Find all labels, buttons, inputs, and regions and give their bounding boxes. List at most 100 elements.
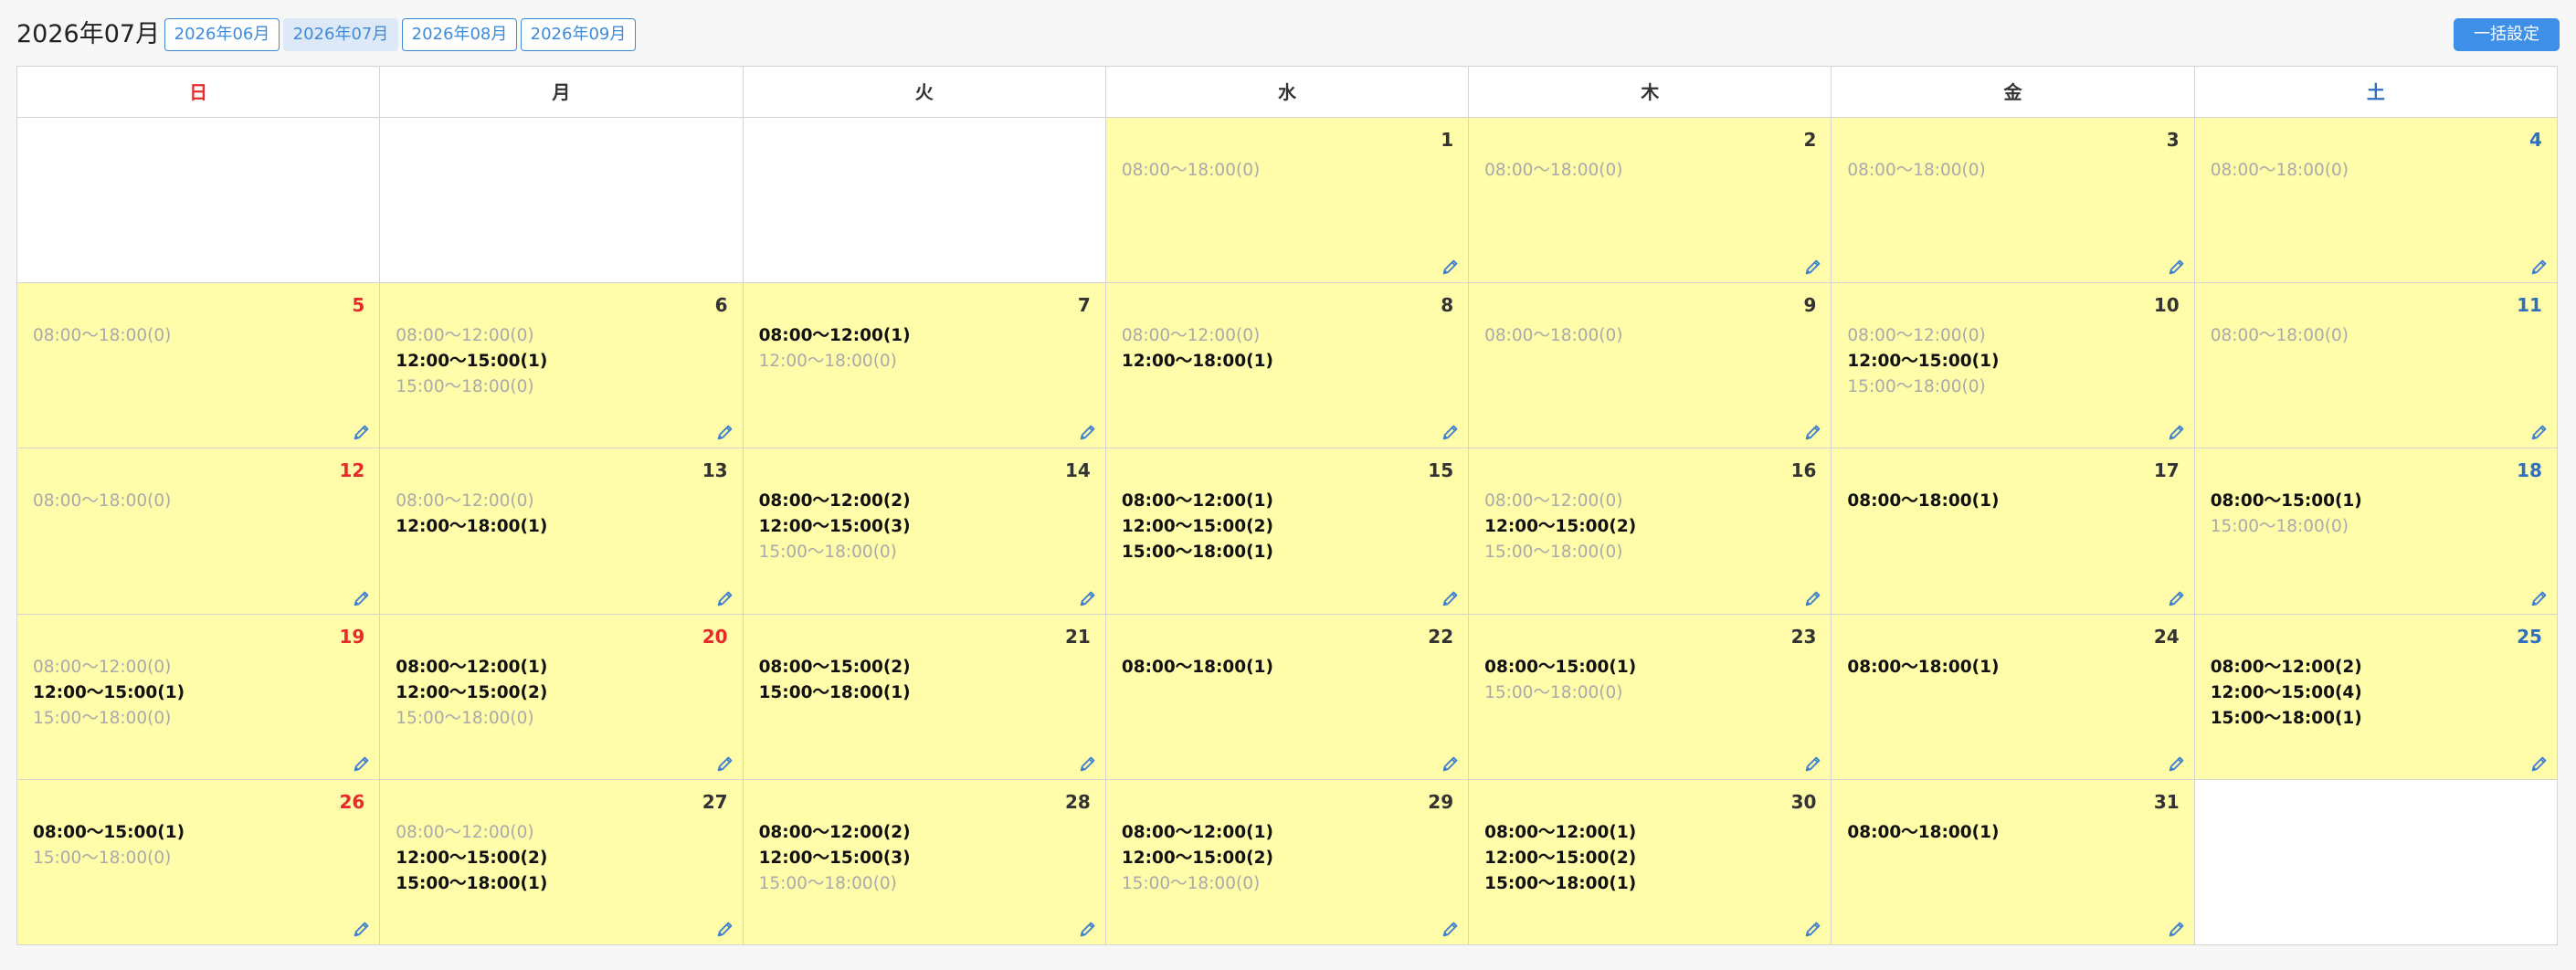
day-cell-30[interactable]: 30 08:00〜12:00(1) 12:00〜15:00(2) 15:00〜18:0…: [1469, 779, 1832, 945]
pencil-icon[interactable]: [715, 422, 735, 442]
time-slot[interactable]: 15:00〜18:00(0): [759, 540, 911, 565]
time-slot[interactable]: 15:00〜18:00(0): [1484, 540, 1636, 565]
pencil-icon[interactable]: [1803, 754, 1823, 774]
time-slot[interactable]: 08:00〜18:00(1): [1847, 820, 1999, 846]
time-slot[interactable]: 12:00〜15:00(2): [396, 680, 547, 706]
time-slot[interactable]: 08:00〜18:00(0): [33, 489, 171, 514]
day-cell-1[interactable]: 1 08:00〜18:00(0): [1105, 118, 1470, 284]
time-slot[interactable]: 08:00〜15:00(2): [759, 655, 911, 680]
time-slot[interactable]: 15:00〜18:00(0): [1484, 680, 1636, 706]
time-slot[interactable]: 15:00〜18:00(0): [759, 871, 911, 897]
pencil-icon[interactable]: [715, 919, 735, 939]
time-slot[interactable]: 15:00〜18:00(1): [759, 680, 911, 706]
time-slot[interactable]: 12:00〜15:00(4): [2211, 680, 2362, 706]
time-slot[interactable]: 08:00〜12:00(2): [2211, 655, 2362, 680]
time-slot[interactable]: 08:00〜12:00(1): [1122, 820, 1273, 846]
pencil-icon[interactable]: [352, 754, 372, 774]
pencil-icon[interactable]: [1803, 422, 1823, 442]
time-slot[interactable]: 15:00〜18:00(0): [2211, 514, 2362, 540]
day-cell-24[interactable]: 24 08:00〜18:00(1): [1832, 614, 2195, 780]
time-slot[interactable]: 15:00〜18:00(1): [2211, 706, 2362, 732]
time-slot[interactable]: 08:00〜12:00(0): [396, 820, 547, 846]
time-slot[interactable]: 15:00〜18:00(1): [1484, 871, 1636, 897]
time-slot[interactable]: 15:00〜18:00(1): [396, 871, 547, 897]
time-slot[interactable]: 12:00〜18:00(1): [1122, 349, 1273, 374]
pencil-icon[interactable]: [1078, 919, 1098, 939]
pencil-icon[interactable]: [1803, 919, 1823, 939]
pencil-icon[interactable]: [1078, 588, 1098, 608]
time-slot[interactable]: 12:00〜18:00(1): [396, 514, 547, 540]
day-cell-16[interactable]: 16 08:00〜12:00(0) 12:00〜15:00(2) 15:00〜18:0…: [1469, 448, 1832, 615]
pencil-icon[interactable]: [1441, 588, 1461, 608]
day-cell-27[interactable]: 27 08:00〜12:00(0) 12:00〜15:00(2) 15:00〜18:0…: [380, 779, 744, 945]
day-cell-26[interactable]: 26 08:00〜15:00(1) 15:00〜18:00(0): [17, 779, 381, 945]
time-slot[interactable]: 08:00〜12:00(0): [1484, 489, 1636, 514]
bulk-settings-button[interactable]: 一括設定: [2454, 18, 2560, 51]
pencil-icon[interactable]: [1803, 588, 1823, 608]
pencil-icon[interactable]: [352, 588, 372, 608]
day-cell-14[interactable]: 14 08:00〜12:00(2) 12:00〜15:00(3) 15:00〜18:0…: [743, 448, 1106, 615]
pencil-icon[interactable]: [2167, 754, 2187, 774]
time-slot[interactable]: 15:00〜18:00(0): [1122, 871, 1273, 897]
time-slot[interactable]: 12:00〜15:00(1): [1847, 349, 1999, 374]
time-slot[interactable]: 15:00〜18:00(0): [1847, 374, 1999, 400]
pencil-icon[interactable]: [2529, 588, 2550, 608]
pencil-icon[interactable]: [1441, 919, 1461, 939]
time-slot[interactable]: 15:00〜18:00(0): [33, 846, 185, 871]
day-cell-21[interactable]: 21 08:00〜15:00(2) 15:00〜18:00(1): [743, 614, 1106, 780]
pencil-icon[interactable]: [2167, 422, 2187, 442]
time-slot[interactable]: 15:00〜18:00(0): [396, 374, 547, 400]
time-slot[interactable]: 08:00〜18:00(1): [1847, 489, 1999, 514]
day-cell-13[interactable]: 13 08:00〜12:00(0) 12:00〜18:00(1): [380, 448, 744, 615]
day-cell-7[interactable]: 7 08:00〜12:00(1) 12:00〜18:00(0): [743, 283, 1106, 449]
time-slot[interactable]: 08:00〜18:00(1): [1847, 655, 1999, 680]
month-button-2026-07[interactable]: 2026年07月: [283, 18, 398, 51]
time-slot[interactable]: 08:00〜12:00(1): [759, 323, 911, 349]
time-slot[interactable]: 12:00〜15:00(2): [1122, 514, 1273, 540]
day-cell-15[interactable]: 15 08:00〜12:00(1) 12:00〜15:00(2) 15:00〜18:0…: [1105, 448, 1470, 615]
time-slot[interactable]: 08:00〜18:00(0): [1847, 158, 1985, 184]
day-cell-3[interactable]: 3 08:00〜18:00(0): [1832, 118, 2195, 284]
pencil-icon[interactable]: [2529, 257, 2550, 277]
day-cell-23[interactable]: 23 08:00〜15:00(1) 15:00〜18:00(0): [1469, 614, 1832, 780]
time-slot[interactable]: 08:00〜15:00(1): [1484, 655, 1636, 680]
time-slot[interactable]: 08:00〜12:00(0): [396, 489, 547, 514]
month-button-2026-06[interactable]: 2026年06月: [164, 18, 280, 51]
pencil-icon[interactable]: [1803, 257, 1823, 277]
day-cell-28[interactable]: 28 08:00〜12:00(2) 12:00〜15:00(3) 15:00〜18:0…: [743, 779, 1106, 945]
time-slot[interactable]: 08:00〜12:00(0): [1122, 323, 1273, 349]
day-cell-25[interactable]: 25 08:00〜12:00(2) 12:00〜15:00(4) 15:00〜18:0…: [2194, 614, 2558, 780]
day-cell-19[interactable]: 19 08:00〜12:00(0) 12:00〜15:00(1) 15:00〜18:0…: [17, 614, 381, 780]
pencil-icon[interactable]: [1441, 754, 1461, 774]
month-button-2026-08[interactable]: 2026年08月: [402, 18, 517, 51]
pencil-icon[interactable]: [2529, 754, 2550, 774]
day-cell-29[interactable]: 29 08:00〜12:00(1) 12:00〜15:00(2) 15:00〜18:0…: [1105, 779, 1470, 945]
day-cell-31[interactable]: 31 08:00〜18:00(1): [1832, 779, 2195, 945]
time-slot[interactable]: 12:00〜15:00(3): [759, 514, 911, 540]
month-button-2026-09[interactable]: 2026年09月: [521, 18, 636, 51]
pencil-icon[interactable]: [2167, 919, 2187, 939]
pencil-icon[interactable]: [1441, 422, 1461, 442]
pencil-icon[interactable]: [715, 588, 735, 608]
time-slot[interactable]: 15:00〜18:00(0): [396, 706, 547, 732]
day-cell-11[interactable]: 11 08:00〜18:00(0): [2194, 283, 2558, 449]
day-cell-20[interactable]: 20 08:00〜12:00(1) 12:00〜15:00(2) 15:00〜18:0…: [380, 614, 744, 780]
time-slot[interactable]: 12:00〜18:00(0): [759, 349, 911, 374]
pencil-icon[interactable]: [352, 422, 372, 442]
time-slot[interactable]: 08:00〜12:00(2): [759, 489, 911, 514]
day-cell-17[interactable]: 17 08:00〜18:00(1): [1832, 448, 2195, 615]
time-slot[interactable]: 15:00〜18:00(1): [1122, 540, 1273, 565]
day-cell-2[interactable]: 2 08:00〜18:00(0): [1469, 118, 1832, 284]
time-slot[interactable]: 08:00〜12:00(1): [396, 655, 547, 680]
pencil-icon[interactable]: [1078, 754, 1098, 774]
pencil-icon[interactable]: [715, 754, 735, 774]
pencil-icon[interactable]: [2167, 257, 2187, 277]
time-slot[interactable]: 08:00〜18:00(0): [2211, 323, 2349, 349]
day-cell-10[interactable]: 10 08:00〜12:00(0) 12:00〜15:00(1) 15:00〜18:0…: [1832, 283, 2195, 449]
pencil-icon[interactable]: [1078, 422, 1098, 442]
day-cell-18[interactable]: 18 08:00〜15:00(1) 15:00〜18:00(0): [2194, 448, 2558, 615]
time-slot[interactable]: 08:00〜12:00(0): [33, 655, 185, 680]
time-slot[interactable]: 12:00〜15:00(1): [396, 349, 547, 374]
day-cell-6[interactable]: 6 08:00〜12:00(0) 12:00〜15:00(1) 15:00〜18:00…: [380, 283, 744, 449]
time-slot[interactable]: 08:00〜15:00(1): [2211, 489, 2362, 514]
